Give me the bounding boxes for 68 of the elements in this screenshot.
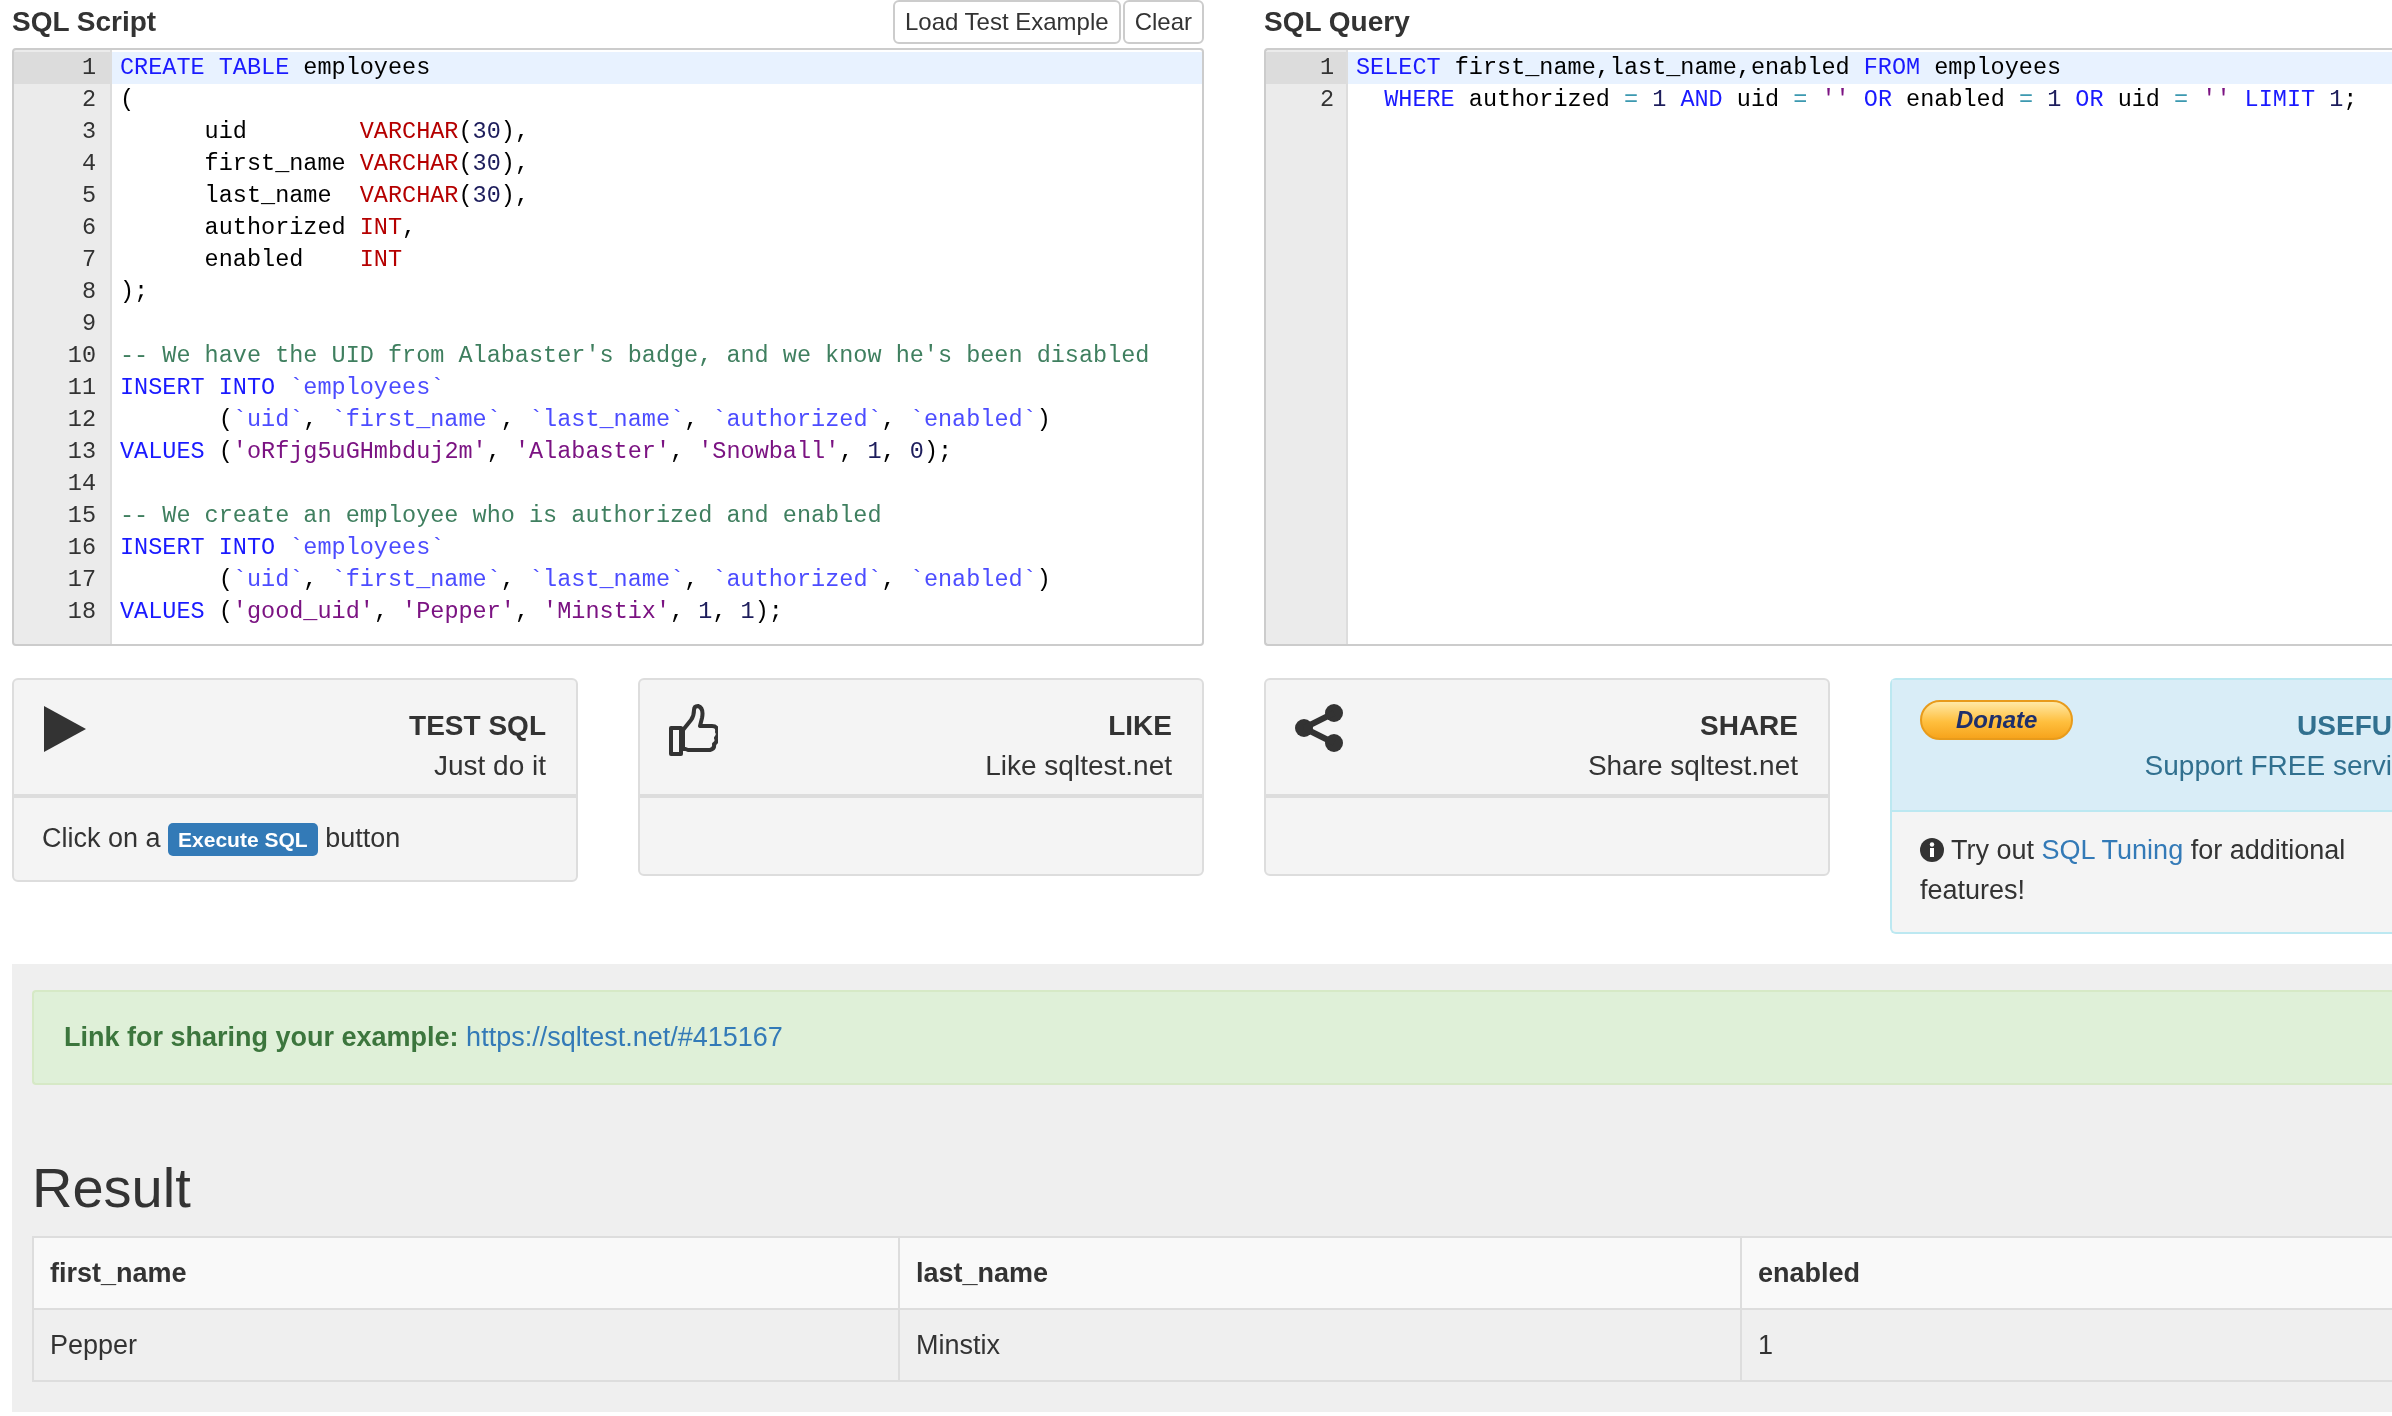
code-line: enabled INT [203,245,404,275]
code-line: (`uid`, `first_name`, `last_name`, `authorized`, `enabled`) [217,565,1052,595]
code-line: VALUES ('oRfjg5uGHmbduj2m', 'Alabaster', 'Snowball', 1, 0); [119,437,954,467]
sql-query-editor[interactable]: 1 SELECT first_name,last_name,enabled FROM employees 2 WHERE authorized = 1 AND uid = '' OR enabled = 1 OR uid = '' LIMIT 1; [1264,48,2392,646]
column-header: enabled [1741,1237,2392,1309]
column-header: last_name [899,1237,1741,1309]
card-title: LIKE [1108,709,1172,742]
line-number: 17 [66,565,97,595]
execute-sql-badge: Execute SQL [168,823,318,856]
code-line: ( [119,85,136,115]
card-title: TEST SQL [409,709,546,742]
card-subtitle: Like sqltest.net [985,750,1172,782]
code-line: authorized INT, [203,213,418,243]
tip-text: Try out SQL Tuning for additional features! [1920,834,2347,907]
table-cell: Pepper [33,1309,899,1381]
line-number: 14 [66,469,97,499]
table-cell: Minstix [899,1309,1741,1381]
card-subtitle: Share sqltest.net [1587,750,1798,782]
line-number: 11 [66,373,97,403]
line-number: 6 [80,213,97,243]
line-number: 1 [1266,52,1346,84]
result-heading: Result [32,1155,192,1220]
code-line: INSERT INTO `employees` [119,533,446,563]
code-line: last_name VARCHAR(30), [203,181,530,211]
instruction-text: Click on a Execute SQL button [42,818,548,860]
thumbs-up-icon [668,704,718,758]
line-number: 7 [80,245,97,275]
line-number: 4 [80,149,97,179]
table-cell: 1 [1741,1309,2392,1381]
donate-button[interactable]: Donate [1920,700,2074,740]
column-header: first_name [33,1237,899,1309]
code-line: (`uid`, `first_name`, `last_name`, `authorized`, `enabled`) [217,405,1052,435]
code-line: ); [119,277,150,307]
toolbar-button[interactable]: Clear [1122,0,1204,44]
line-number: 2 [80,85,97,115]
card-subtitle: Just do it [433,750,546,782]
line-number: 13 [66,437,97,467]
sql-tuning-link[interactable]: SQL Tuning [2041,835,2184,865]
code-line: VALUES ('good_uid', 'Pepper', 'Minstix', 1, 1); [119,597,784,627]
code-line: first_name VARCHAR(30), [203,149,530,179]
line-number: 8 [80,277,97,307]
line-number: 9 [80,309,97,339]
code-line: uid VARCHAR(30), [203,117,530,147]
line-number: 18 [66,597,97,627]
info-icon [1920,838,1944,862]
share-link-text: Link for sharing your example: https://sqltest.net/#415167 [64,1022,784,1053]
panel-title: SQL Query [1264,6,1410,38]
code-line: INSERT INTO `employees` [119,373,446,403]
card-title: USEFU [2297,709,2392,742]
line-number: 15 [66,501,97,531]
share-link[interactable]: https://sqltest.net/#415167 [466,1022,783,1052]
code-line: -- We have the UID from Alabaster's badge, and we know he's been disabled [119,341,1151,371]
line-number: 2 [1318,85,1335,115]
card-title: SHARE [1700,709,1798,742]
line-number: 5 [80,181,97,211]
line-number: 3 [80,117,97,147]
code-line: WHERE authorized = 1 AND uid = '' OR enabled = 1 OR uid = '' LIMIT 1; [1383,85,2359,115]
line-number: 12 [66,405,97,435]
line-number: 16 [66,533,97,563]
share-icon [1294,704,1344,752]
play-icon [42,704,88,754]
line-number: 1 [14,52,110,84]
toolbar-button[interactable]: Load Test Example [892,0,1121,44]
line-number: 10 [66,341,97,371]
sql-script-editor[interactable] [12,48,1204,646]
card-subtitle: Support FREE servi [2144,750,2392,782]
code-line: -- We create an employee who is authorized and enabled [119,501,883,531]
panel-title: SQL Script [12,6,157,38]
